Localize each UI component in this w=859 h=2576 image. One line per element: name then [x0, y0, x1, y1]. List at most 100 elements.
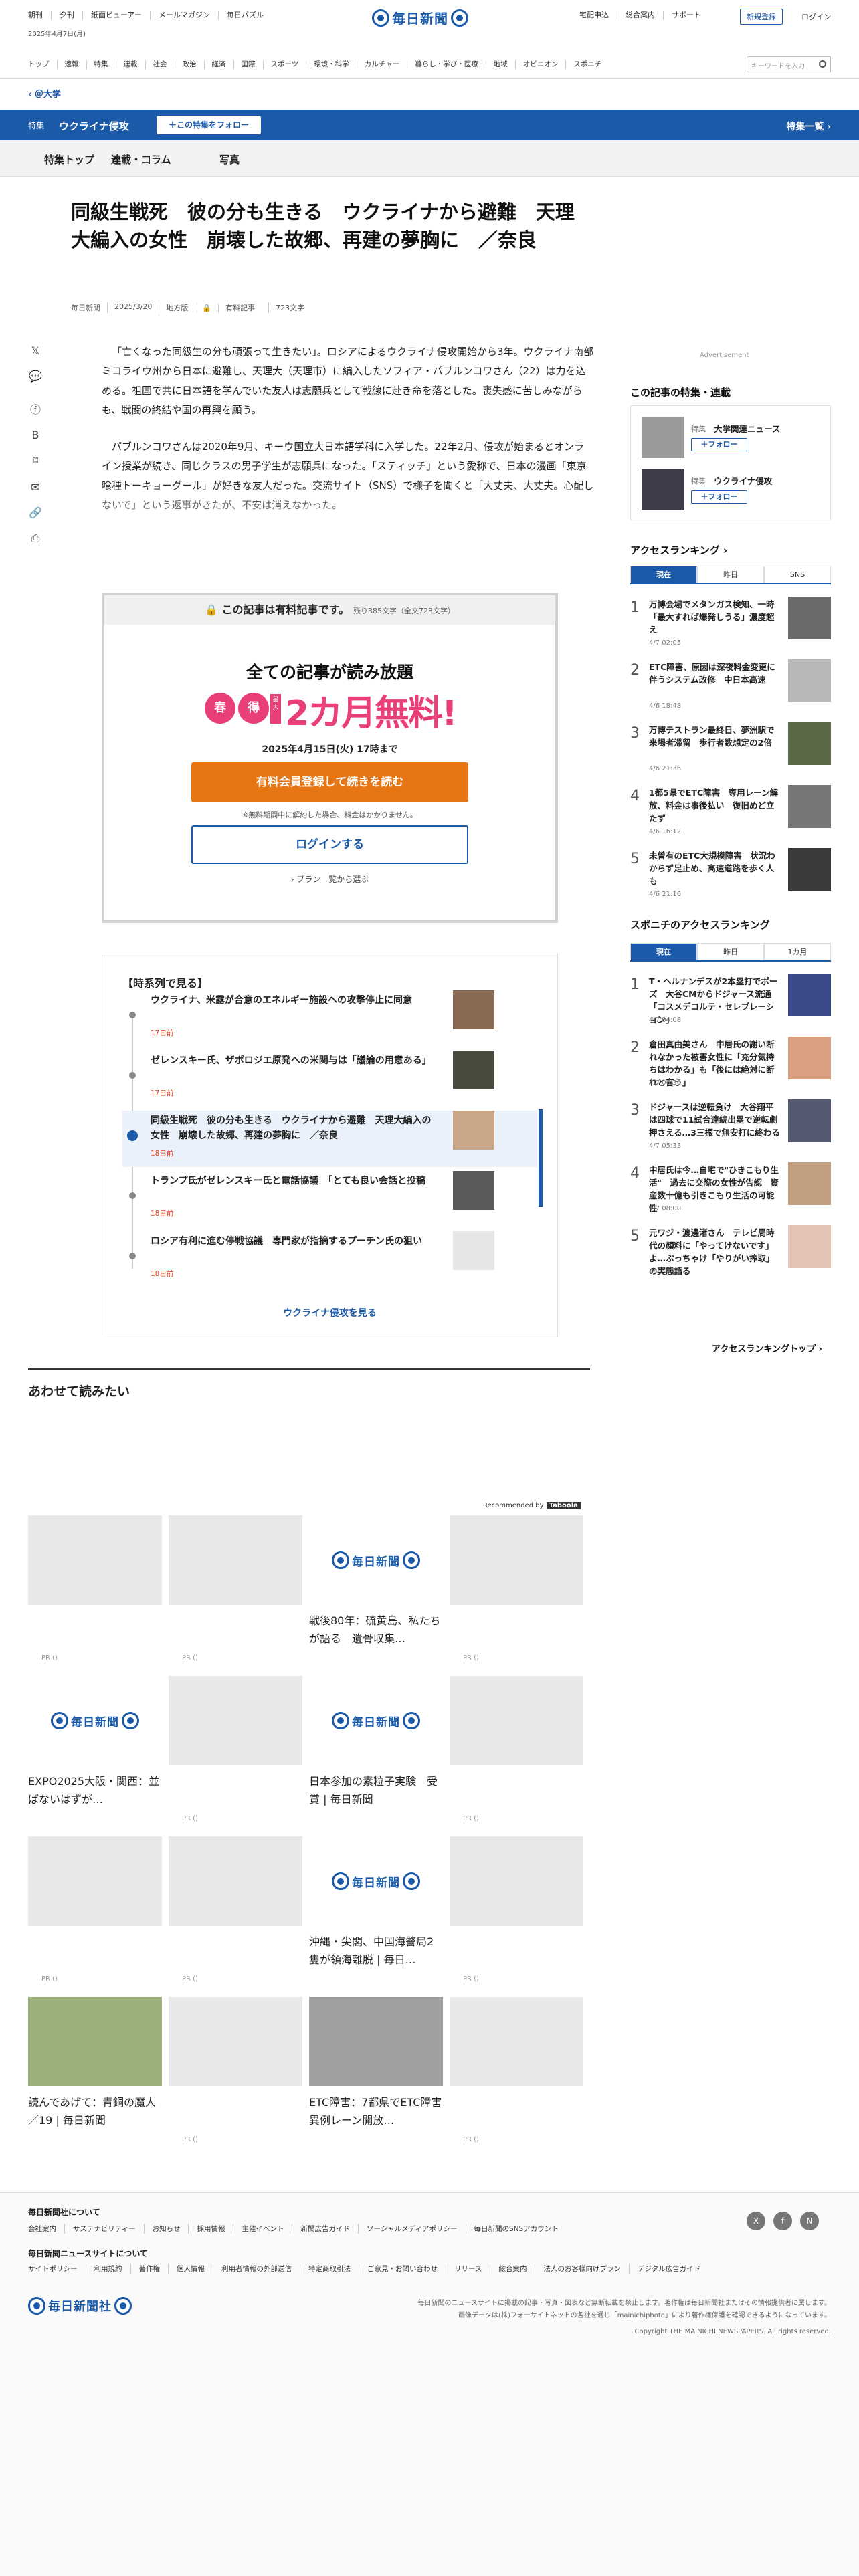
link-puzzle[interactable]: 毎日パズル	[217, 11, 272, 20]
ranking-title[interactable]: 1都5県でETC障害 専用レーン解放、料金は事後払い 復旧めど立たず	[649, 786, 780, 825]
nav-top[interactable]: トップ	[28, 60, 57, 69]
ranking-thumbnail[interactable]	[788, 659, 831, 702]
related-card-caption[interactable]	[169, 2093, 302, 2131]
feature-name[interactable]: ウクライナ侵攻	[59, 119, 129, 133]
related-card[interactable]: PR ()	[28, 1836, 162, 1983]
nav-culture[interactable]: カルチャー	[356, 60, 407, 69]
related-card-image[interactable]	[28, 1997, 162, 2086]
facebook-icon[interactable]: ⓕ	[28, 403, 43, 417]
link-support[interactable]: サポート	[663, 11, 709, 20]
timeline-item-title[interactable]: トランプ氏がゼレンスキー氏と電話協議 「とても良い会話と投稿	[151, 1174, 438, 1188]
feature-row[interactable]: 特集 ウクライナ侵攻 ＋フォロー	[642, 469, 822, 510]
ranking-thumbnail[interactable]	[788, 785, 831, 828]
timeline-item-title[interactable]: ウクライナ、米露が合意のエネルギー施設への攻撃停止に同意	[151, 993, 438, 1008]
related-card[interactable]: ETC障害：7都県でETC障害 異例レーン開放…	[309, 1997, 443, 2131]
feature-row-name[interactable]: ウクライナ侵攻	[714, 474, 772, 487]
related-card-image[interactable]: 毎日新聞	[309, 1515, 443, 1605]
feature-follow-button[interactable]: ＋フォロー	[691, 490, 747, 504]
ranking-thumbnail[interactable]	[788, 1225, 831, 1268]
footer-link[interactable]: 主催イベント	[233, 2224, 292, 2234]
ranking-thumbnail[interactable]	[788, 974, 831, 1016]
nav-region[interactable]: 地域	[485, 60, 515, 69]
related-card-caption[interactable]: 日本参加の素粒子実験 受賞 | 毎日新聞	[309, 1772, 443, 1810]
footer-link[interactable]: 毎日新聞のSNSアカウント	[465, 2224, 567, 2234]
related-card[interactable]: 読んであげて：青銅の魔人／19 | 毎日新聞	[28, 1997, 162, 2131]
footer-link[interactable]: リリース	[446, 2264, 490, 2274]
related-card-caption[interactable]	[450, 1612, 583, 1649]
related-card[interactable]: PR ()	[28, 1515, 162, 1662]
bookmark-icon[interactable]: ⌑	[28, 453, 43, 468]
ranking-thumbnail[interactable]	[788, 1037, 831, 1079]
related-card[interactable]: PR ()	[450, 1997, 583, 2143]
hatena-icon[interactable]: B	[28, 428, 43, 443]
footer-logo[interactable]: 毎日新聞社	[28, 2297, 132, 2315]
footer-link[interactable]: サステナビリティー	[64, 2224, 144, 2234]
footer-link[interactable]: 法人のお客様向けプラン	[535, 2264, 629, 2274]
related-card[interactable]: 毎日新聞 EXPO2025大阪・関西：並ばないはずが…	[28, 1676, 162, 1810]
nav-series[interactable]: 連載	[115, 60, 145, 69]
related-card-image[interactable]	[450, 1515, 583, 1605]
comment-icon[interactable]: 💬	[28, 369, 43, 384]
ranking-title[interactable]: 万博テストラン最終日、夢洲駅で来場者滞留 歩行者数想定の2倍	[649, 724, 780, 749]
ranking-item[interactable]: 3 万博テストラン最終日、夢洲駅で来場者滞留 歩行者数想定の2倍 4/6 21:36	[630, 722, 831, 782]
search-icon[interactable]	[819, 60, 826, 68]
plans-link[interactable]: › プラン一覧から選ぶ	[104, 873, 555, 885]
tab-feature-top[interactable]: 特集トップ	[44, 152, 94, 167]
related-card-caption[interactable]: EXPO2025大阪・関西：並ばないはずが…	[28, 1772, 162, 1810]
paywall-login-button[interactable]: ログインする	[191, 825, 468, 864]
ranking-item[interactable]: 4 中居氏は今…自宅で"ひきこもり生活" 過去に交際の女性が告認 資産数十億も引き…	[630, 1162, 831, 1222]
link-viewer[interactable]: 紙面ビューアー	[82, 11, 150, 20]
related-card[interactable]: PR ()	[450, 1676, 583, 1822]
feature-follow-button[interactable]: ＋フォロー	[691, 438, 747, 451]
footer-link[interactable]: 著作権	[130, 2264, 169, 2274]
footer-link[interactable]: ソーシャルメディアポリシー	[357, 2224, 466, 2234]
related-card-image[interactable]	[450, 1997, 583, 2086]
related-card-caption[interactable]	[450, 1933, 583, 1970]
timeline-item-current[interactable]: 同級生戦死 彼の分も生きる ウクライナから避難 天理大編入の女性 崩壊した故郷、…	[122, 1111, 537, 1167]
x-share-icon[interactable]: 𝕏	[28, 344, 43, 358]
nav-breaking[interactable]: 速報	[56, 60, 86, 69]
related-card-caption[interactable]	[169, 1772, 302, 1810]
breadcrumb[interactable]: ‹ ＠大学	[28, 87, 61, 100]
tab-photos[interactable]: 写真	[219, 152, 240, 167]
footer-link[interactable]: 新聞広告ガイド	[292, 2224, 358, 2234]
footer-note-icon[interactable]: N	[800, 2212, 819, 2230]
timeline-scrollbar[interactable]	[539, 1109, 543, 1207]
related-card-image[interactable]	[28, 1836, 162, 1926]
footer-link[interactable]: 利用者情報の外部送信	[213, 2264, 300, 2274]
ranking-title[interactable]: 未曽有のETC大規模障害 状況わからず足止め、高速道路を歩く人も	[649, 849, 780, 887]
related-card-caption[interactable]: 沖縄・尖閣、中国海警局2隻が領海離脱 | 毎日…	[309, 1933, 443, 1970]
related-card-caption[interactable]: ETC障害：7都県でETC障害 異例レーン開放…	[309, 2093, 443, 2131]
related-card-caption[interactable]	[28, 1933, 162, 1970]
related-card[interactable]: PR ()	[450, 1515, 583, 1662]
timeline-thumbnail[interactable]	[453, 1111, 494, 1150]
related-card-caption[interactable]	[450, 2093, 583, 2131]
footer-link[interactable]: 特定商取引法	[300, 2264, 359, 2274]
related-card-image[interactable]	[169, 1997, 302, 2086]
ranking-thumbnail[interactable]	[788, 1162, 831, 1205]
feature-row[interactable]: 特集 大学関連ニュース ＋フォロー	[642, 417, 822, 458]
sponichi-tab-yesterday[interactable]: 昨日	[697, 943, 764, 960]
ranking-top-link[interactable]: アクセスランキングトップ ›	[712, 1341, 822, 1354]
related-card[interactable]: 毎日新聞 日本参加の素粒子実験 受賞 | 毎日新聞	[309, 1676, 443, 1810]
related-card-image[interactable]	[169, 1515, 302, 1605]
related-card[interactable]: 毎日新聞沖縄・尖閣、中国海警局2隻が領海離脱 | 毎日…	[309, 1836, 443, 1970]
sponichi-tab-month[interactable]: 1カ月	[764, 943, 831, 960]
footer-x-icon[interactable]: X	[747, 2212, 765, 2230]
login-link[interactable]: ログイン	[801, 11, 831, 22]
related-card-image[interactable]: 毎日新聞	[309, 1836, 443, 1926]
footer-link[interactable]: 採用情報	[188, 2224, 233, 2234]
timeline-more-link[interactable]: ウクライナ侵攻を見る	[102, 1306, 557, 1319]
link-guide[interactable]: 総合案内	[617, 11, 663, 20]
nav-politics[interactable]: 政治	[174, 60, 204, 69]
footer-link[interactable]: デジタル広告ガイド	[628, 2264, 708, 2274]
ranking-item[interactable]: 3 ドジャースは逆転負け 大谷翔平は四球で11試合連続出塁で逆転劇押さえる…3三振…	[630, 1099, 831, 1160]
ranking-title[interactable]: 万博会場でメタンガス検知、一時「最大すれば爆発しうる」濃度超え	[649, 598, 780, 636]
ranking-title[interactable]: ドジャースは逆転負け 大谷翔平は四球で11試合連続出塁で逆転劇押さえる…3三振で…	[649, 1101, 780, 1139]
related-card-image[interactable]: 毎日新聞	[28, 1676, 162, 1765]
print-icon[interactable]: ⎙	[28, 531, 43, 546]
ranking-thumbnail[interactable]	[788, 722, 831, 765]
related-card[interactable]: PR ()	[450, 1836, 583, 1983]
feature-thumbnail[interactable]	[642, 417, 684, 458]
timeline-thumbnail[interactable]	[453, 1231, 494, 1270]
